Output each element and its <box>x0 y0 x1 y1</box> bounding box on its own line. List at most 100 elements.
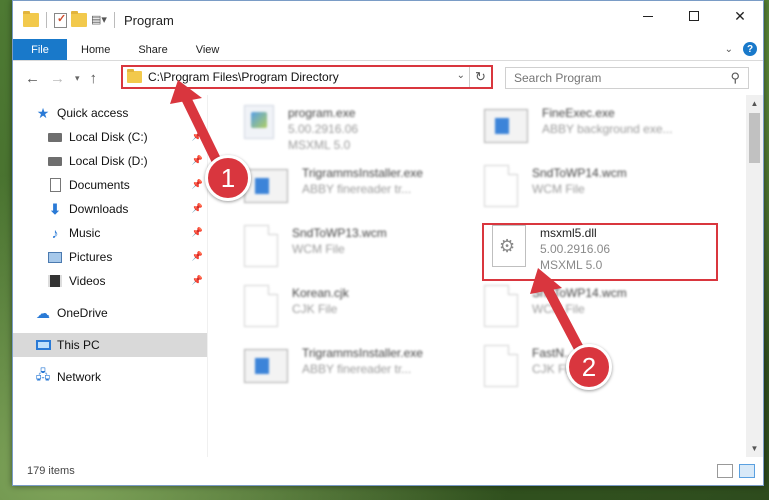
minimize-icon <box>643 15 653 17</box>
documents-icon <box>47 178 63 192</box>
scroll-thumb[interactable] <box>749 113 760 163</box>
pin-icon[interactable]: 📌 <box>192 131 203 142</box>
file-item[interactable]: SndToWP13.wcm WCM File <box>244 225 387 277</box>
tab-file[interactable]: File <box>13 39 67 60</box>
search-box[interactable]: ⚲ <box>505 67 749 89</box>
app-icon <box>244 349 288 383</box>
large-icons-view-icon[interactable] <box>739 464 755 478</box>
view-toggle <box>717 464 755 478</box>
back-arrow-icon[interactable]: ← <box>25 70 40 87</box>
item-count: 179 items <box>27 465 75 477</box>
file-icon <box>244 225 278 267</box>
file-name: program.exe <box>288 106 356 120</box>
sidebar-item-network[interactable]: 🖧 Network <box>13 365 207 389</box>
navigation-bar: ← → ▾ ↑ C:\Program Files\Program Directo… <box>13 61 763 95</box>
scroll-down-icon[interactable]: ▼ <box>746 440 763 457</box>
sidebar-item-music[interactable]: ♪ Music 📌 <box>13 221 207 245</box>
address-dropdown-icon[interactable]: ⌄ <box>457 70 465 81</box>
file-item[interactable]: FastN.... CJK File <box>484 345 577 397</box>
music-icon: ♪ <box>51 225 59 241</box>
file-item[interactable]: FineExec.exe ABBY background exe... <box>484 105 673 157</box>
minimize-button[interactable] <box>625 1 671 31</box>
computer-icon <box>35 338 51 352</box>
sidebar-item-label: Music <box>69 226 101 240</box>
sidebar-item-local-disk-c[interactable]: Local Disk (C:) 📌 <box>13 125 207 149</box>
sidebar-item-onedrive[interactable]: ☁ OneDrive <box>13 301 207 325</box>
close-button[interactable]: ✕ <box>717 1 763 31</box>
file-item[interactable]: program.exe 5.00.2916.06 MSXML 5.0 <box>244 105 358 157</box>
file-name: TrigrammsInstaller.exe <box>302 346 423 360</box>
file-type: WCM File <box>292 242 345 256</box>
search-icon[interactable]: ⚲ <box>730 70 740 86</box>
file-name: FineExec.exe <box>542 106 615 120</box>
file-explorer-window: ▤▾ Program ✕ File Home Share View ⌄ ? ← … <box>12 0 764 486</box>
file-description: MSXML 5.0 <box>288 138 351 152</box>
up-arrow-icon[interactable]: ↑ <box>90 70 98 87</box>
sidebar-item-label: Network <box>57 370 102 384</box>
sidebar-item-label: Videos <box>69 274 106 288</box>
sidebar-item-pictures[interactable]: Pictures 📌 <box>13 245 207 269</box>
drive-icon <box>47 130 63 144</box>
ribbon-tabs: File Home Share View ⌄ ? <box>13 39 763 61</box>
maximize-button[interactable] <box>671 1 717 31</box>
tab-share[interactable]: Share <box>124 39 181 60</box>
file-type: ABBY finereader tr... <box>302 182 412 196</box>
refresh-icon[interactable]: ↻ <box>469 67 491 87</box>
sidebar-item-local-disk-d[interactable]: Local Disk (D:) 📌 <box>13 149 207 173</box>
pin-icon[interactable]: 📌 <box>192 155 203 166</box>
file-item[interactable]: TrigrammsInstaller.exe ABBY finereader t… <box>244 165 423 217</box>
sidebar-item-videos[interactable]: Videos 📌 <box>13 269 207 293</box>
expand-ribbon-icon[interactable]: ⌄ <box>725 44 733 55</box>
properties-icon[interactable] <box>54 12 67 28</box>
address-path[interactable]: C:\Program Files\Program Directory <box>148 70 339 84</box>
app-icon <box>484 109 528 143</box>
customize-icon[interactable]: ▤▾ <box>91 13 107 27</box>
pin-icon[interactable]: 📌 <box>192 275 203 286</box>
navigation-pane: ★ Quick access Local Disk (C:) 📌 Local D… <box>13 95 207 457</box>
forward-arrow-icon[interactable]: → <box>50 70 65 87</box>
tab-view[interactable]: View <box>182 39 234 60</box>
network-icon: 🖧 <box>35 367 51 382</box>
sidebar-item-documents[interactable]: Documents 📌 <box>13 173 207 197</box>
callout-badge-2: 2 <box>566 344 612 390</box>
file-item[interactable]: SndToWP14.wcm WCM File <box>484 285 627 337</box>
toolbar-separator <box>114 12 115 28</box>
tab-home[interactable]: Home <box>67 39 124 60</box>
title-bar: ▤▾ Program ✕ <box>13 1 763 39</box>
pin-icon[interactable]: 📌 <box>192 179 203 190</box>
sidebar-item-this-pc[interactable]: This PC <box>13 333 207 357</box>
star-icon: ★ <box>36 104 50 121</box>
pin-icon[interactable]: 📌 <box>192 251 203 262</box>
window-title: Program <box>124 12 174 28</box>
help-icon[interactable]: ? <box>743 42 757 56</box>
scroll-up-icon[interactable]: ▲ <box>746 95 763 112</box>
address-bar[interactable]: C:\Program Files\Program Directory ⌄ ↻ <box>121 65 493 89</box>
sidebar-item-label: Quick access <box>57 106 129 120</box>
file-type: ABBY background exe... <box>542 122 673 136</box>
window-controls: ✕ <box>625 1 763 31</box>
sidebar-item-label: OneDrive <box>57 306 108 320</box>
file-item[interactable]: TrigrammsInstaller.exe ABBY finereader t… <box>244 345 423 397</box>
file-item[interactable]: Korean.cjk CJK File <box>244 285 349 337</box>
file-name: TrigrammsInstaller.exe <box>302 166 423 180</box>
new-folder-icon[interactable] <box>71 11 87 27</box>
file-name: SndToWP14.wcm <box>532 166 627 180</box>
quick-access-toolbar: ▤▾ <box>13 11 118 28</box>
file-item[interactable]: SndToWP14.wcm WCM File <box>484 165 627 217</box>
sidebar-item-label: This PC <box>57 338 100 352</box>
sidebar-item-quick-access[interactable]: ★ Quick access <box>13 101 207 125</box>
file-type: WCM File <box>532 302 585 316</box>
sidebar-item-downloads[interactable]: ⬇ Downloads 📌 <box>13 197 207 221</box>
search-input[interactable] <box>514 71 724 85</box>
details-view-icon[interactable] <box>717 464 733 478</box>
pin-icon[interactable]: 📌 <box>192 203 203 214</box>
recent-locations-icon[interactable]: ▾ <box>75 73 80 84</box>
pin-icon[interactable]: 📌 <box>192 227 203 238</box>
ribbon-controls: ⌄ ? <box>725 42 757 56</box>
vertical-scrollbar[interactable]: ▲ ▼ <box>746 95 763 457</box>
download-icon: ⬇ <box>49 200 61 217</box>
file-icon <box>484 285 518 327</box>
sidebar-item-label: Local Disk (C:) <box>69 130 148 144</box>
folder-icon[interactable] <box>23 11 39 27</box>
close-icon: ✕ <box>734 7 746 24</box>
